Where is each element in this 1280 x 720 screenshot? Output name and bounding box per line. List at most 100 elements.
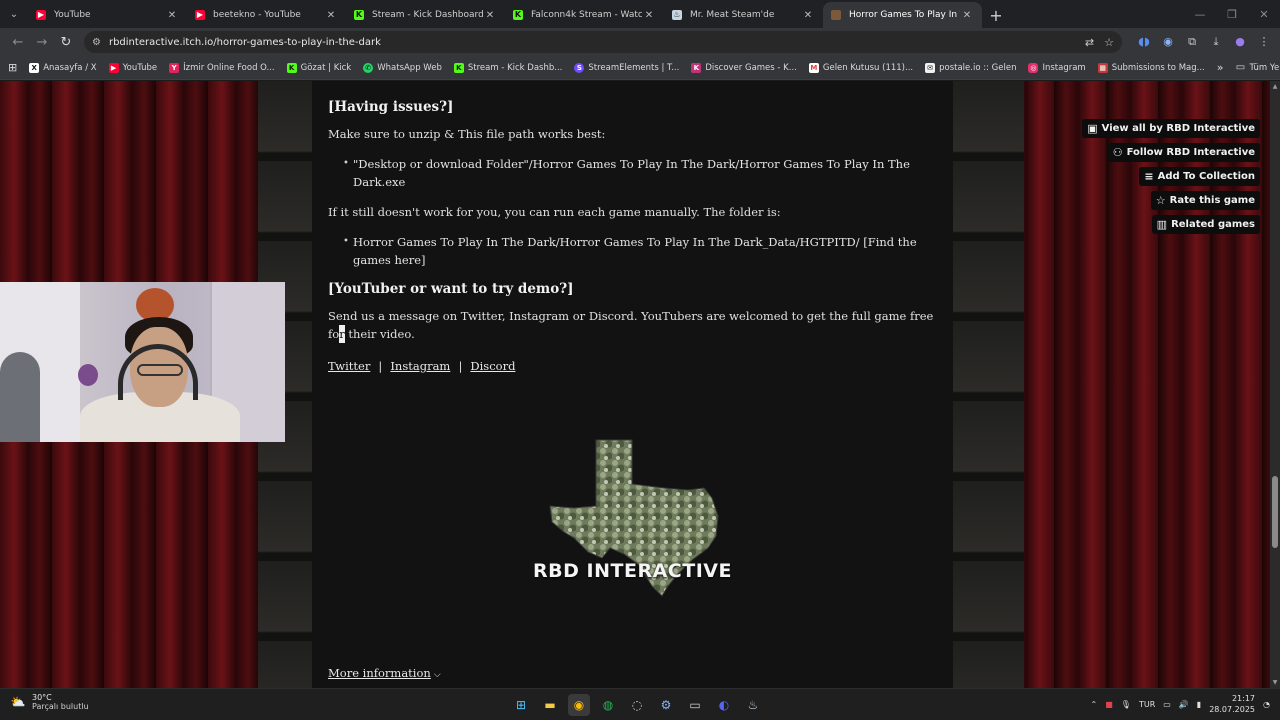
close-icon[interactable]: ✕ xyxy=(324,10,338,21)
spotify-icon[interactable]: ◍ xyxy=(597,694,619,716)
webcam-glasses xyxy=(137,364,183,376)
display-icon[interactable]: ▭ xyxy=(1163,700,1171,709)
tab-active[interactable]: Horror Games To Play In The D ✕ xyxy=(823,2,982,28)
extension-icon[interactable]: ◖◗ xyxy=(1134,35,1154,49)
apps-icon[interactable]: ⊞ xyxy=(8,61,17,74)
discord-icon[interactable]: ◐ xyxy=(713,694,735,716)
y-icon: Y xyxy=(169,62,180,73)
windows-start-icon[interactable]: ⊞ xyxy=(510,694,532,716)
close-icon[interactable]: ✕ xyxy=(483,10,497,21)
battery-icon[interactable]: ▮ xyxy=(1197,700,1201,709)
close-icon[interactable]: ✕ xyxy=(801,10,815,21)
all-bookmarks-folder[interactable]: ▭Tüm Yer İşaretleri xyxy=(1235,61,1280,73)
chrome-icon[interactable]: ◉ xyxy=(568,694,590,716)
webcam-plush-toy xyxy=(78,364,98,386)
network-app-icon[interactable]: ⚙ xyxy=(655,694,677,716)
tab[interactable]: K Stream - Kick Dashboard ✕ xyxy=(346,2,505,28)
page-scrollbar[interactable]: ▲ ▼ xyxy=(1270,81,1280,688)
language-indicator[interactable]: TUR xyxy=(1139,700,1155,709)
new-tab-button[interactable]: + xyxy=(982,2,1010,28)
bookmark-item[interactable]: Y İzmir Online Food O... xyxy=(169,62,275,73)
more-information-link[interactable]: More information ⌵ xyxy=(328,666,441,680)
bookmarks-bar: ⊞ X Anasayfa / X ▶ YouTube Y İzmir Online F… xyxy=(0,56,1280,80)
rate-game-button[interactable]: ☆ Rate this game xyxy=(1150,191,1260,210)
scroll-down-icon[interactable]: ▼ xyxy=(1270,679,1280,686)
related-games-button[interactable]: ▥ Related games xyxy=(1151,215,1260,234)
weather-widget[interactable]: ⛅ 30°C Parçalı bulutlu xyxy=(10,693,89,711)
translate-icon[interactable]: ⇄ xyxy=(1085,36,1094,49)
terminal-icon[interactable]: ▭ xyxy=(684,694,706,716)
clock[interactable]: 21:17 28.07.2025 xyxy=(1209,693,1255,715)
separator: | xyxy=(458,359,463,373)
separator: | xyxy=(378,359,383,373)
steam-icon[interactable]: ♨ xyxy=(742,694,764,716)
tab[interactable]: ▶ YouTube ✕ xyxy=(28,2,187,28)
close-window-icon[interactable]: ✕ xyxy=(1248,8,1280,21)
view-all-button[interactable]: ▣ View all by RBD Interactive xyxy=(1082,119,1260,138)
follow-user-icon: ⚇ xyxy=(1112,146,1123,159)
tab-strip: ⌄ ▶ YouTube ✕ ▶ beetekno - YouTube ✕ K S… xyxy=(0,0,1280,28)
site-info-icon[interactable]: ⚙ xyxy=(92,37,101,48)
scroll-up-icon[interactable]: ▲ xyxy=(1270,83,1280,90)
file-explorer-icon[interactable]: ▬ xyxy=(539,694,561,716)
kick-games-icon: K xyxy=(691,62,702,73)
close-icon[interactable]: ✕ xyxy=(960,10,974,21)
bookmark-label: WhatsApp Web xyxy=(377,62,442,73)
bookmark-item[interactable]: S StreamElements | T... xyxy=(574,62,679,73)
back-icon[interactable]: ← xyxy=(6,30,30,54)
tab[interactable]: ♨ Mr. Meat Steam'de ✕ xyxy=(664,2,823,28)
bookmark-item[interactable]: M Gelen Kutusu (111)... xyxy=(808,62,913,73)
address-bar[interactable]: ⚙ rbdinteractive.itch.io/horror-games-to… xyxy=(84,31,1122,53)
tab-title: beetekno - YouTube xyxy=(213,10,301,20)
bookmark-star-icon[interactable]: ☆ xyxy=(1104,36,1114,49)
bookmark-item[interactable]: K Gözat | Kick xyxy=(286,62,351,73)
tray-app-icon[interactable]: ■ xyxy=(1105,700,1113,709)
tab[interactable]: K Falconn4k Stream - Watch Live ✕ xyxy=(505,2,664,28)
star-icon: ☆ xyxy=(1155,194,1166,207)
obs-icon[interactable]: ◌ xyxy=(626,694,648,716)
notifications-icon[interactable]: ◔ xyxy=(1263,700,1270,709)
tab-title: Horror Games To Play In The D xyxy=(849,10,960,20)
bookmark-item[interactable]: K Discover Games - K... xyxy=(691,62,797,73)
bookmark-item[interactable]: ▶ YouTube xyxy=(108,62,157,73)
maximize-icon[interactable]: ❐ xyxy=(1216,8,1248,21)
tab[interactable]: ▶ beetekno - YouTube ✕ xyxy=(187,2,346,28)
list-item: "Desktop or download Folder"/Horror Game… xyxy=(343,155,937,191)
volume-icon[interactable]: 🔊 xyxy=(1179,700,1189,709)
message-text: Send us a message on Twitter, Instagram … xyxy=(328,307,937,343)
partly-cloudy-icon: ⛅ xyxy=(10,695,26,709)
forward-icon[interactable]: → xyxy=(30,30,54,54)
kick-icon: K xyxy=(286,62,297,73)
bookmark-item[interactable]: K Stream - Kick Dashb... xyxy=(453,62,562,73)
bookmark-item[interactable]: ▦ Submissions to Mag... xyxy=(1097,62,1205,73)
microphone-icon[interactable]: 🎙 xyxy=(1121,700,1131,709)
add-to-collection-button[interactable]: ≡ Add To Collection xyxy=(1139,167,1260,186)
bookmark-label: Anasayfa / X xyxy=(43,62,97,73)
instagram-link[interactable]: Instagram xyxy=(390,359,450,373)
close-icon[interactable]: ✕ xyxy=(165,10,179,21)
bookmark-label: postale.io :: Gelen xyxy=(939,62,1017,73)
tab-title: Mr. Meat Steam'de xyxy=(690,10,775,20)
chevron-down-icon: ⌵ xyxy=(433,670,441,680)
profile-avatar[interactable]: ● xyxy=(1230,35,1250,49)
bookmark-item[interactable]: X Anasayfa / X xyxy=(29,62,97,73)
bookmark-item[interactable]: ◎ Instagram xyxy=(1028,62,1086,73)
tray-overflow-icon[interactable]: ⌃ xyxy=(1091,700,1098,709)
downloads-icon[interactable]: ⤓ xyxy=(1206,35,1226,49)
scroll-thumb[interactable] xyxy=(1272,476,1278,548)
extensions-puzzle-icon[interactable]: ⧉ xyxy=(1182,35,1202,49)
follow-button[interactable]: ⚇ Follow RBD Interactive xyxy=(1107,143,1260,162)
extension-icon[interactable]: ◉ xyxy=(1158,35,1178,49)
minimize-icon[interactable]: — xyxy=(1184,8,1216,21)
close-icon[interactable]: ✕ xyxy=(642,10,656,21)
more-bookmarks-icon[interactable]: » xyxy=(1217,61,1224,74)
more-information-label: More information xyxy=(328,666,431,680)
bookmark-item[interactable]: ✆ WhatsApp Web xyxy=(363,62,442,73)
folder-icon: ▭ xyxy=(1235,61,1246,73)
twitter-link[interactable]: Twitter xyxy=(328,359,370,373)
reload-icon[interactable]: ↻ xyxy=(54,30,78,54)
discord-link[interactable]: Discord xyxy=(470,359,515,373)
menu-icon[interactable]: ⋮ xyxy=(1254,35,1274,49)
bookmark-item[interactable]: ✉ postale.io :: Gelen xyxy=(925,62,1017,73)
tab-search-icon[interactable]: ⌄ xyxy=(0,0,28,28)
